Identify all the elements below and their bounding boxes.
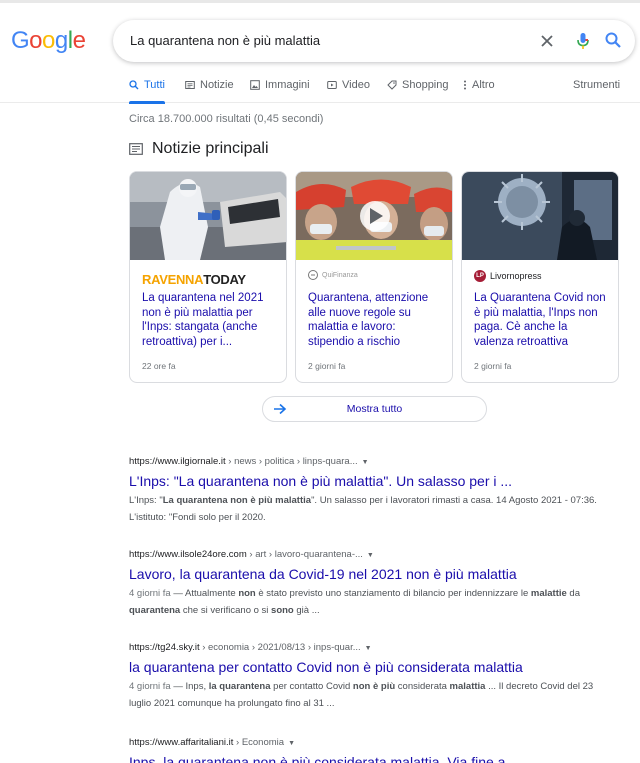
logo-letter: o [29, 27, 43, 54]
source-name: Livornopress [490, 271, 542, 281]
caret-down-icon[interactable]: ▼ [365, 645, 372, 652]
news-icon [129, 143, 143, 155]
source-logo-icon [308, 270, 318, 280]
top-stories-header: Notizie principali [129, 140, 269, 158]
search-result: https://www.ilsole24ore.com › art › lavo… [129, 549, 599, 619]
tab-label: Shopping [402, 79, 449, 91]
result-path: › Economia [233, 737, 285, 748]
search-input[interactable]: La quarantena non è più malattia [130, 33, 320, 48]
tab-label: Immagini [265, 79, 310, 91]
image-icon [250, 80, 260, 90]
search-icon[interactable] [604, 31, 622, 49]
result-title[interactable]: Lavoro, la quarantena da Covid-19 nel 20… [129, 566, 599, 582]
result-title[interactable]: Inps, la quarantena non è più considerat… [129, 754, 599, 763]
caret-down-icon[interactable]: ▼ [367, 552, 374, 559]
tab-label: Tutti [144, 79, 165, 91]
news-age: 2 giorni fa [474, 361, 512, 371]
news-headline[interactable]: La Quarantena Covid non è più malattia, … [474, 291, 610, 349]
source-name: QuiFinanza [322, 271, 358, 279]
search-result: https://www.affaritaliani.it › Economia ▼… [129, 737, 599, 763]
logo-letter: G [11, 27, 30, 54]
result-domain: https://tg24.sky.it [129, 642, 200, 653]
source-logo-part: TODAY [203, 272, 246, 287]
search-icon [129, 80, 139, 90]
tab-immagini[interactable]: Immagini [250, 79, 310, 91]
news-card[interactable]: LP Livornopress La Quarantena Covid non … [461, 171, 619, 383]
tab-label: Notizie [200, 79, 234, 91]
result-url[interactable]: https://www.affaritaliani.it › Economia ▼ [129, 737, 599, 748]
show-all-button[interactable]: Mostra tutto [262, 396, 487, 422]
source-logo-part: RAVENNA [142, 272, 204, 287]
news-thumbnail [130, 172, 286, 260]
news-icon [185, 81, 195, 89]
search-result: https://www.ilgiornale.it › news › polit… [129, 456, 599, 526]
tools-button[interactable]: Strumenti [573, 79, 620, 91]
logo-letter: g [54, 27, 68, 54]
tab-tutti[interactable]: Tutti [129, 79, 165, 104]
result-url[interactable]: https://www.ilgiornale.it › news › polit… [129, 456, 599, 467]
news-source: LP Livornopress [474, 270, 542, 282]
news-thumbnail [462, 172, 618, 260]
search-box[interactable]: La quarantena non è più malattia [113, 20, 635, 62]
tab-shopping[interactable]: Shopping [387, 79, 449, 91]
result-url[interactable]: https://www.ilsole24ore.com › art › lavo… [129, 549, 599, 560]
search-tabs: Tutti Notizie Immagini Video Shopping Al… [0, 77, 640, 104]
caret-down-icon[interactable]: ▼ [362, 459, 369, 466]
result-path: › economia › 2021/08/13 › inps-quar... [199, 642, 361, 653]
result-title[interactable]: la quarantena per contatto Covid non è p… [129, 659, 599, 675]
result-path: › news › politica › linps-quara... [225, 456, 358, 467]
result-title[interactable]: L'Inps: "La quarantena non è più malatti… [129, 473, 599, 489]
result-stats: Circa 18.700.000 risultati (0,45 secondi… [129, 113, 324, 125]
result-url[interactable]: https://tg24.sky.it › economia › 2021/08… [129, 642, 599, 653]
result-domain: https://www.ilsole24ore.com [129, 549, 247, 560]
result-snippet: 4 giorni fa — Attualmente non è stato pr… [129, 588, 581, 616]
tab-label: Altro [472, 79, 495, 91]
tab-video[interactable]: Video [327, 79, 370, 91]
tab-notizie[interactable]: Notizie [185, 79, 234, 91]
tab-label: Video [342, 79, 370, 91]
mic-icon[interactable] [575, 31, 591, 51]
top-stories-title: Notizie principali [152, 140, 269, 157]
window-top-border [0, 0, 640, 3]
news-card[interactable]: RAVENNA TODAY La quarantena nel 2021 non … [129, 171, 287, 383]
source-badge: LP [474, 270, 486, 282]
news-headline[interactable]: La quarantena nel 2021 non è più malatti… [142, 291, 278, 349]
news-headline[interactable]: Quarantena, attenzione alle nuove regole… [308, 291, 444, 349]
show-all-label: Mostra tutto [346, 403, 403, 415]
news-source: QuiFinanza [308, 270, 358, 280]
result-snippet: 4 giorni fa — Inps, la quarantena per co… [129, 681, 594, 709]
search-result: https://tg24.sky.it › economia › 2021/08… [129, 642, 599, 712]
news-age: 22 ore fa [142, 361, 176, 371]
google-logo[interactable]: Google [11, 27, 86, 55]
result-domain: https://www.ilgiornale.it [129, 456, 226, 467]
tag-icon [387, 80, 397, 90]
close-icon[interactable] [537, 31, 557, 51]
news-age: 2 giorni fa [308, 361, 346, 371]
news-thumbnail [296, 172, 452, 260]
caret-down-icon[interactable]: ▼ [288, 740, 295, 747]
video-icon [327, 81, 337, 89]
result-snippet: L'Inps: "La quarantena non è più malatti… [129, 495, 597, 523]
logo-letter: o [42, 27, 55, 54]
result-domain: https://www.affaritaliani.it [129, 737, 234, 748]
more-vert-icon [464, 80, 466, 90]
news-source: RAVENNA TODAY [142, 272, 246, 287]
result-path: › art › lavoro-quarantena-... [246, 549, 363, 560]
news-card[interactable]: QuiFinanza Quarantena, attenzione alle n… [295, 171, 453, 383]
logo-letter: e [72, 27, 86, 54]
tab-altro[interactable]: Altro [463, 79, 495, 91]
